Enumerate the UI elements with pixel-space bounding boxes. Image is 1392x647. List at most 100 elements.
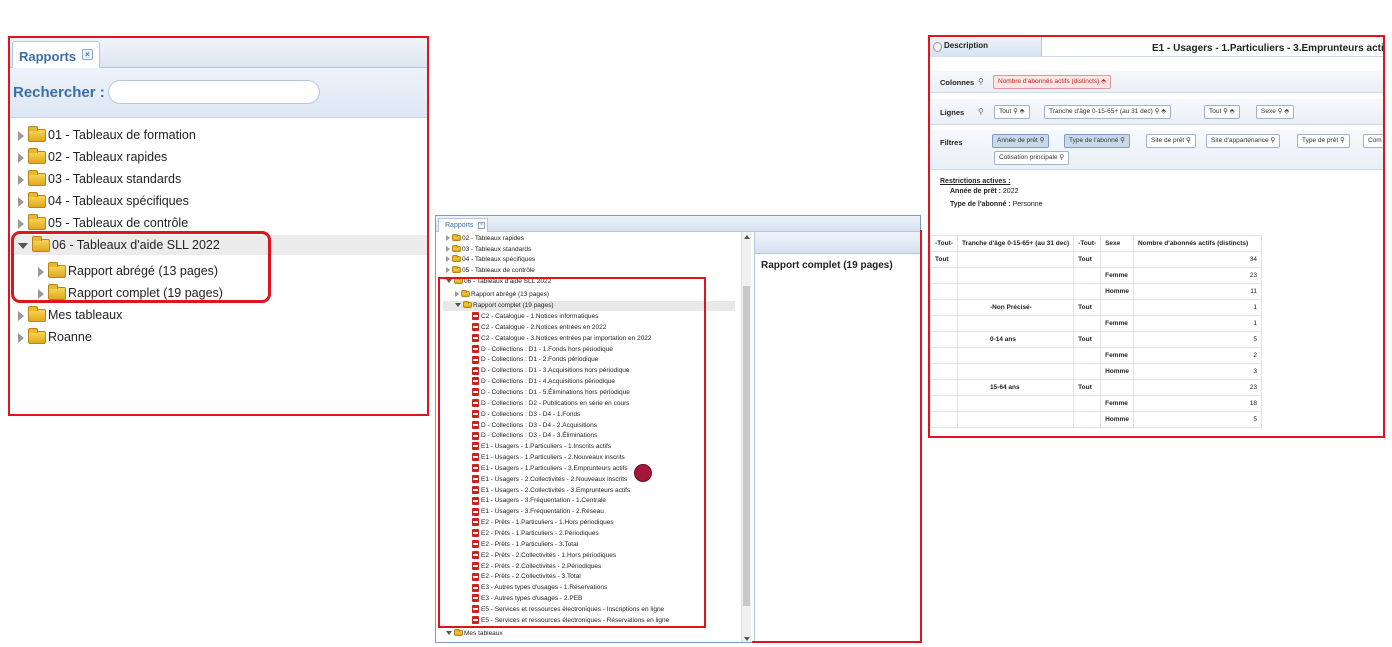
- tab-label: Rapports: [19, 49, 77, 64]
- scroll-up-icon[interactable]: [744, 235, 750, 239]
- search-input[interactable]: [108, 80, 320, 104]
- chevron-right-icon[interactable]: [446, 246, 450, 253]
- chevron-right-icon[interactable]: [18, 332, 24, 343]
- tree-folder-item[interactable]: Mes tableaux: [446, 629, 503, 639]
- tree-folder-item[interactable]: 05 - Tableaux de contrôle: [446, 266, 535, 276]
- scroll-thumb[interactable]: [743, 286, 750, 606]
- folder-icon: [28, 306, 46, 323]
- pill-filtres-1[interactable]: Type de l'abonné ⚲: [1064, 134, 1130, 148]
- tree-item-label: Mes tableaux: [48, 308, 123, 322]
- table-cell: Femme: [1100, 315, 1134, 332]
- chevron-down-icon[interactable]: [446, 631, 452, 636]
- tree-scrollbar[interactable]: [741, 232, 751, 642]
- table-cell: 23: [1132, 379, 1262, 396]
- close-icon[interactable]: ×: [82, 49, 93, 60]
- table-cell: [956, 251, 1075, 268]
- column-header[interactable]: Tranche d'âge 0-15-65+ (au 31 dec): [956, 235, 1075, 252]
- chevron-right-icon[interactable]: [18, 196, 24, 207]
- table-row: Tout Tout 34: [930, 251, 1262, 268]
- tree-item[interactable]: 01 - Tableaux de formation: [18, 125, 196, 145]
- table-row: Homme 3: [930, 363, 1262, 380]
- table-row: Homme 5: [930, 411, 1262, 428]
- chevron-right-icon[interactable]: [446, 267, 450, 274]
- scroll-down-icon[interactable]: [744, 637, 750, 641]
- highlight-box: [11, 231, 271, 303]
- table-cell: 1: [1132, 299, 1262, 316]
- tree-item[interactable]: Roanne: [18, 327, 92, 347]
- pill-lignes-1[interactable]: Tranche d'âge 0-15-65+ (au 31 dec) ⚲ ⬘: [1044, 105, 1172, 119]
- tree-folder-item[interactable]: 04 - Tableaux spécifiques: [446, 255, 535, 265]
- folder-icon: [454, 629, 463, 637]
- tree-item-label: 03 - Tableaux standards: [462, 246, 532, 253]
- table-cell: 1: [1132, 315, 1262, 332]
- table-row: Femme 2: [930, 347, 1262, 364]
- search-icon[interactable]: ⚲: [978, 107, 984, 116]
- highlight-box: [438, 277, 706, 628]
- restriction-label: Type de l'abonné :: [950, 201, 1011, 208]
- tab-rapports[interactable]: Rapports ×: [438, 218, 488, 232]
- table-cell: Tout: [1073, 379, 1102, 396]
- table-cell: [1100, 251, 1134, 268]
- reports-panel-large: Rapports × Rechercher : 01 - Tableaux de…: [8, 36, 429, 416]
- tree-item[interactable]: 03 - Tableaux standards: [18, 169, 181, 189]
- chevron-right-icon[interactable]: [18, 152, 24, 163]
- chevron-right-icon[interactable]: [446, 256, 450, 263]
- chevron-right-icon[interactable]: [18, 218, 24, 229]
- table-cell: [956, 411, 1075, 428]
- tree-folder-item[interactable]: 02 - Tableaux rapides: [446, 234, 524, 244]
- pivot-table: -Tout- Tranche d'âge 0-15-65+ (au 31 dec)…: [930, 235, 1262, 428]
- pill-colonnes-0[interactable]: Nombre d'abonnés actifs (distincts) ⬘: [993, 75, 1112, 89]
- chevron-right-icon[interactable]: [446, 235, 450, 242]
- tab-bar: Rapports ×: [10, 38, 427, 68]
- search-icon[interactable]: ⚲: [978, 77, 984, 86]
- table-cell: [956, 283, 1075, 300]
- folder-icon: [452, 266, 461, 274]
- chevron-right-icon[interactable]: [18, 310, 24, 321]
- folder-icon: [28, 214, 46, 231]
- report-view-panel: Description E1 - Usagers - 1.Particulier…: [928, 35, 1385, 438]
- tab-description[interactable]: Description: [930, 37, 1042, 57]
- table-cell: Tout: [1073, 299, 1102, 316]
- table-cell: [1073, 363, 1102, 380]
- tree-item-label: 02 - Tableaux rapides: [48, 150, 168, 164]
- pill-filtres-0[interactable]: Année de prêt ⚲: [992, 134, 1050, 148]
- tree-item[interactable]: 05 - Tableaux de contrôle: [18, 213, 188, 233]
- table-cell: Femme: [1100, 267, 1134, 284]
- folder-icon: [452, 234, 461, 242]
- restriction-value: Personne: [1012, 201, 1043, 208]
- table-cell: [1073, 315, 1102, 332]
- chevron-right-icon[interactable]: [18, 174, 24, 185]
- pill-filtres-6[interactable]: Cotisation principale ⚲: [994, 151, 1070, 165]
- pill-lignes-0[interactable]: Tout ⚲ ⬘: [994, 105, 1030, 119]
- column-header[interactable]: -Tout-: [1073, 235, 1102, 252]
- table-header-row: -Tout- Tranche d'âge 0-15-65+ (au 31 dec)…: [930, 235, 1262, 252]
- tab-rapports[interactable]: Rapports ×: [12, 41, 100, 68]
- pill-lignes-3[interactable]: Sexe ⚲ ⬘: [1256, 105, 1295, 119]
- table-cell: Femme: [1100, 347, 1134, 364]
- chevron-right-icon[interactable]: [18, 130, 24, 141]
- search-bar: Rechercher :: [10, 68, 427, 118]
- pill-filtres-3[interactable]: Site d'appartenance ⚲: [1206, 134, 1281, 148]
- restriction-item: Année de prêt : 2022: [950, 188, 1018, 195]
- tree-item-label: 02 - Tableaux rapides: [462, 235, 525, 242]
- table-cell: [930, 299, 958, 316]
- colonnes-band: Colonnes ⚲ Nombre d'abonnés actifs (dist…: [930, 71, 1383, 93]
- close-icon[interactable]: ×: [478, 222, 485, 229]
- report-header: Description E1 - Usagers - 1.Particulier…: [930, 37, 1383, 57]
- table-cell: 0-14 ans: [956, 331, 1075, 348]
- pill-filtres-4[interactable]: Type de prêt ⚲: [1297, 134, 1350, 148]
- folder-icon: [28, 328, 46, 345]
- column-header[interactable]: Nombre d'abonnés actifs (distincts): [1132, 235, 1262, 252]
- table-cell: Tout: [1073, 331, 1102, 348]
- column-header[interactable]: -Tout-: [930, 235, 958, 252]
- pill-filtres-5[interactable]: Com: [1363, 134, 1383, 148]
- pill-filtres-2[interactable]: Site de prêt ⚲: [1146, 134, 1196, 148]
- tree-item[interactable]: Mes tableaux: [18, 305, 122, 325]
- column-header[interactable]: Sexe: [1100, 235, 1134, 252]
- table-cell: 2: [1132, 347, 1262, 364]
- tree-item[interactable]: 02 - Tableaux rapides: [18, 147, 167, 167]
- table-cell: [956, 363, 1075, 380]
- pill-lignes-2[interactable]: Tout ⚲ ⬘: [1204, 105, 1240, 119]
- tree-item[interactable]: 04 - Tableaux spécifiques: [18, 191, 189, 211]
- tree-folder-item[interactable]: 03 - Tableaux standards: [446, 245, 531, 255]
